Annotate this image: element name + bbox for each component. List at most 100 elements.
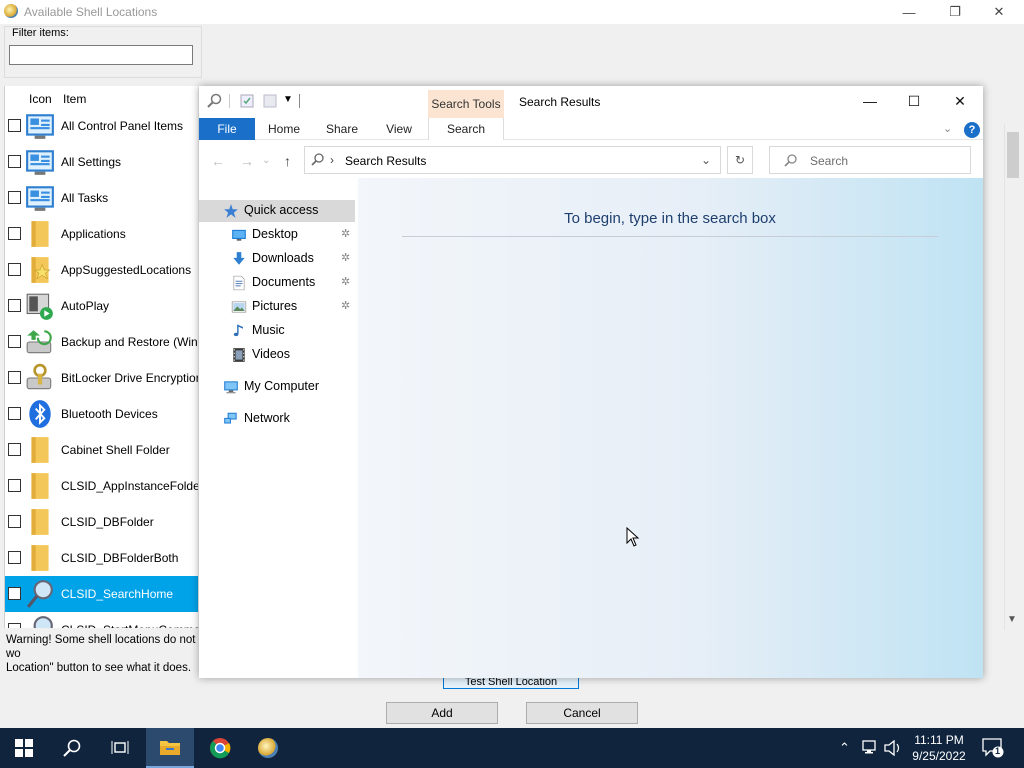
nav-label: Videos [252,347,290,361]
item-icon [25,111,55,141]
list-item[interactable]: CLSID_AppInstanceFolder [5,468,198,504]
up-icon[interactable]: ↑ [284,153,291,169]
list-item[interactable]: AutoPlay [5,288,198,324]
nav-item-my-computer[interactable]: My Computer [199,376,355,398]
tab-search[interactable]: Search [428,118,504,140]
window-title: Search Results [519,95,601,109]
add-button[interactable]: Add [386,702,498,724]
new-folder-icon[interactable] [263,94,277,108]
item-checkbox[interactable] [8,335,21,348]
scrollbar-thumb[interactable] [1007,132,1019,178]
list-item[interactable]: Bluetooth Devices [5,396,198,432]
properties-icon[interactable] [240,94,254,108]
list-item[interactable]: Cabinet Shell Folder [5,432,198,468]
search-button[interactable] [48,728,96,768]
network-icon[interactable] [862,740,880,756]
item-checkbox[interactable] [8,551,21,564]
list-item[interactable]: BitLocker Drive Encryption [5,360,198,396]
qat-dropdown-icon[interactable]: ▼ [283,94,293,105]
list-item[interactable]: CLSID_DBFolder [5,504,198,540]
search-icon[interactable] [207,93,223,109]
item-checkbox[interactable] [8,263,21,276]
nav-item-network[interactable]: Network [199,408,355,430]
minimize-button[interactable]: — [886,0,932,24]
nav-item-quick-access[interactable]: Quick access [199,200,355,222]
search-box[interactable]: Search [769,146,971,174]
file-explorer-taskbar-button[interactable] [146,728,194,768]
nav-item-desktop[interactable]: Desktop ✲ [199,224,355,246]
list-item[interactable]: Applications [5,216,198,252]
pin-icon[interactable]: ✲ [341,275,350,288]
column-header-item[interactable]: Item [63,92,86,106]
help-icon[interactable]: ? [964,122,980,138]
nav-item-documents[interactable]: Documents ✲ [199,272,355,294]
item-checkbox[interactable] [8,119,21,132]
restore-button[interactable]: ❐ [932,0,978,24]
maximize-button[interactable]: ☐ [891,86,937,116]
item-checkbox[interactable] [8,479,21,492]
action-center-button[interactable]: 1 [982,738,1004,758]
tab-view[interactable]: View [374,118,424,140]
list-item[interactable]: CLSID_SearchHome [5,576,198,612]
item-checkbox[interactable] [8,623,21,628]
clock-time[interactable]: 11:11 PM [912,733,966,747]
list-item[interactable]: All Settings [5,144,198,180]
back-icon[interactable]: ← [211,153,225,169]
start-button[interactable] [0,728,48,768]
item-checkbox[interactable] [8,299,21,312]
pin-icon[interactable]: ✲ [341,251,350,264]
scrollbar[interactable] [1004,124,1022,630]
address-dropdown-icon[interactable]: ⌄ [701,153,711,167]
list-item[interactable]: AppSuggestedLocations [5,252,198,288]
show-hidden-icons-icon[interactable]: ⌃ [839,740,850,756]
nav-item-pictures[interactable]: Pictures ✲ [199,296,355,318]
clock-date[interactable]: 9/25/2022 [908,749,970,763]
ribbon-expand-icon[interactable]: ⌄ [943,122,952,135]
pin-icon[interactable]: ✲ [341,299,350,312]
item-checkbox[interactable] [8,191,21,204]
item-checkbox[interactable] [8,371,21,384]
filter-input[interactable] [9,45,193,65]
scroll-down-icon[interactable]: ▼ [1007,614,1017,625]
search-tools-context-tab[interactable]: Search Tools [428,90,504,118]
tab-home[interactable]: Home [259,118,309,140]
close-button[interactable]: ✕ [937,86,983,116]
column-header-icon[interactable]: Icon [29,92,52,106]
divider [402,236,938,237]
chrome-taskbar-button[interactable] [196,728,244,768]
cancel-button[interactable]: Cancel [526,702,638,724]
item-label: BitLocker Drive Encryption [61,371,198,385]
item-checkbox[interactable] [8,227,21,240]
shell-location-list[interactable]: Icon Item All Control Panel Items All Set… [4,86,198,628]
list-item[interactable]: Backup and Restore (Window [5,324,198,360]
tab-share[interactable]: Share [317,118,367,140]
shell-app-taskbar-button[interactable] [244,728,292,768]
tab-file[interactable]: File [199,118,255,140]
forward-icon[interactable]: → [240,153,254,169]
list-item[interactable]: All Tasks [5,180,198,216]
item-checkbox[interactable] [8,443,21,456]
nav-item-downloads[interactable]: Downloads ✲ [199,248,355,270]
search-results-pane[interactable]: To begin, type in the search box [358,178,983,678]
address-field[interactable]: › Search Results ⌄ [304,146,721,174]
item-checkbox[interactable] [8,155,21,168]
pin-icon[interactable]: ✲ [341,227,350,240]
nav-label: Network [244,411,290,425]
recent-dropdown-icon[interactable]: ⌄ [262,155,270,166]
volume-icon[interactable] [884,740,902,756]
refresh-button[interactable]: ↻ [727,146,753,174]
close-button[interactable]: ✕ [976,0,1022,24]
search-placeholder: Search [810,154,849,168]
list-item[interactable]: All Control Panel Items [5,108,198,144]
item-checkbox[interactable] [8,407,21,420]
item-checkbox[interactable] [8,587,21,600]
list-item[interactable]: CLSID_DBFolderBoth [5,540,198,576]
bluetooth-icon [29,400,51,428]
nav-item-music[interactable]: Music [199,320,355,342]
minimize-button[interactable]: — [847,86,893,116]
item-checkbox[interactable] [8,515,21,528]
list-item[interactable]: CLSID_StartMenuCommandi [5,612,198,628]
task-view-button[interactable] [96,728,144,768]
nav-icon [223,203,239,219]
nav-item-videos[interactable]: Videos [199,344,355,366]
